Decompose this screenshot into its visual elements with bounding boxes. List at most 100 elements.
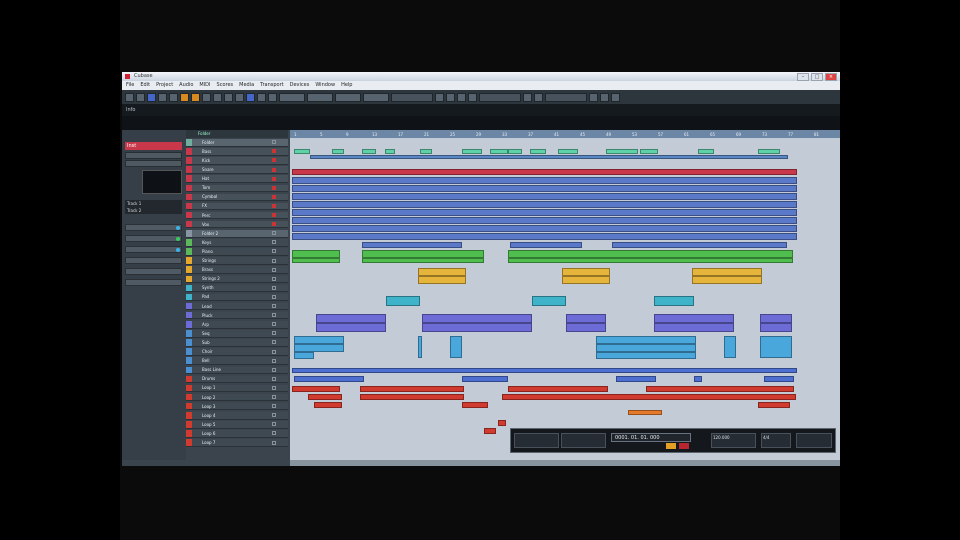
toolbar-button[interactable] [534,92,543,102]
event-clip[interactable] [292,258,340,263]
toolbar-button[interactable] [213,92,222,102]
track-row[interactable]: Brass [186,266,288,274]
track-row[interactable]: Piano [186,248,288,256]
track-name[interactable]: Loop 2 [202,395,258,400]
inspector-track-name[interactable]: Inst [125,142,182,150]
menu-item[interactable]: Window [315,81,335,90]
mute-toggle[interactable] [272,340,276,345]
event-clip[interactable] [362,149,376,154]
menu-item[interactable]: Transport [260,81,283,90]
event-clip[interactable] [418,336,422,358]
inspector-section-button[interactable] [125,224,182,231]
mute-toggle[interactable] [272,404,276,409]
event-clip[interactable] [508,258,793,263]
event-clip[interactable] [640,149,658,154]
mute-toggle[interactable] [272,194,276,199]
event-clip[interactable] [606,149,638,154]
inspector-list[interactable]: Track 1 Track 2 [125,200,182,214]
menu-item[interactable]: Media [239,81,254,90]
mute-toggle[interactable] [272,313,276,318]
event-clip[interactable] [508,149,522,154]
mute-toggle[interactable] [272,376,276,381]
menu-item[interactable]: File [126,81,134,90]
toolbar-button[interactable] [224,92,233,102]
event-clip[interactable] [362,250,484,258]
track-name[interactable]: Lead [202,304,258,309]
event-clip[interactable] [316,323,386,332]
event-clip[interactable] [462,376,508,382]
inspector-list-item[interactable]: Track 1 [125,200,182,207]
event-clip[interactable] [450,336,462,358]
event-clip[interactable] [508,250,793,258]
mute-toggle[interactable] [272,331,276,336]
event-clip[interactable] [386,296,420,306]
toolbar-button[interactable] [435,92,444,102]
track-row[interactable]: Choir [186,348,288,356]
project-window[interactable] [290,138,840,460]
event-clip[interactable] [292,217,797,224]
track-name[interactable]: Tom [202,185,258,190]
event-clip[interactable] [362,258,484,263]
toolbar-button[interactable] [307,92,333,102]
toolbar-button[interactable] [180,92,189,102]
track-name[interactable]: Bass Line [202,367,258,372]
mute-toggle[interactable] [272,176,276,181]
minimize-button[interactable]: – [797,73,809,81]
track-row[interactable]: Folder [186,139,288,147]
track-name[interactable]: FX [202,203,258,208]
play-button[interactable] [666,443,676,449]
menu-item[interactable]: Help [341,81,352,90]
mute-toggle[interactable] [272,285,276,290]
toolbar-button[interactable] [268,92,277,102]
event-clip[interactable] [758,149,780,154]
track-name[interactable]: Sub [202,340,258,345]
event-clip[interactable] [422,314,532,323]
event-clip[interactable] [292,250,340,258]
event-clip[interactable] [292,233,797,240]
mute-toggle[interactable] [272,158,276,163]
mute-toggle[interactable] [272,203,276,208]
event-clip[interactable] [596,352,696,359]
event-clip[interactable] [418,268,466,276]
toolbar-button[interactable] [611,92,620,102]
event-clip[interactable] [692,268,762,276]
mute-toggle[interactable] [272,185,276,190]
event-clip[interactable] [654,296,694,306]
transport-section[interactable] [561,433,606,448]
track-name[interactable]: Snare [202,167,258,172]
event-clip[interactable] [292,201,797,208]
event-clip[interactable] [362,242,462,248]
menu-item[interactable]: Scores [217,81,234,90]
timeline-ruler[interactable]: 1 5 9 13 17 21 25 29 33 37 41 45 49 53 57 61 65 69 73 77 81 [290,130,840,138]
track-row[interactable]: Loop 4 [186,412,288,420]
event-clip[interactable] [310,155,788,159]
track-row[interactable]: Pad [186,293,288,302]
event-clip[interactable] [360,386,464,392]
toolbar-button[interactable] [169,92,178,102]
track-row[interactable]: Bass Line [186,366,288,375]
mute-toggle[interactable] [272,431,276,436]
event-clip[interactable] [760,336,792,358]
event-clip[interactable] [294,352,314,359]
toolbar-button[interactable] [545,92,587,102]
inspector-controls-row[interactable] [125,160,182,167]
track-row[interactable]: Sub [186,339,288,347]
track-row[interactable]: Strings [186,257,288,265]
event-clip[interactable] [612,242,787,248]
event-clip[interactable] [760,314,792,323]
track-name[interactable]: Perc [202,213,258,218]
event-clip[interactable] [316,314,386,323]
track-name[interactable]: Hat [202,176,258,181]
event-clip[interactable] [294,336,344,344]
mute-toggle[interactable] [272,413,276,418]
event-clip[interactable] [385,149,395,154]
event-clip[interactable] [654,323,734,332]
mute-toggle[interactable] [272,322,276,327]
event-clip[interactable] [294,149,310,154]
event-clip[interactable] [562,268,610,276]
track-name[interactable]: Keys [202,240,258,245]
event-clip[interactable] [508,386,608,392]
track-name[interactable]: Folder [202,140,258,145]
signature-display[interactable]: 4/4 [761,433,791,448]
event-clip[interactable] [646,386,794,392]
